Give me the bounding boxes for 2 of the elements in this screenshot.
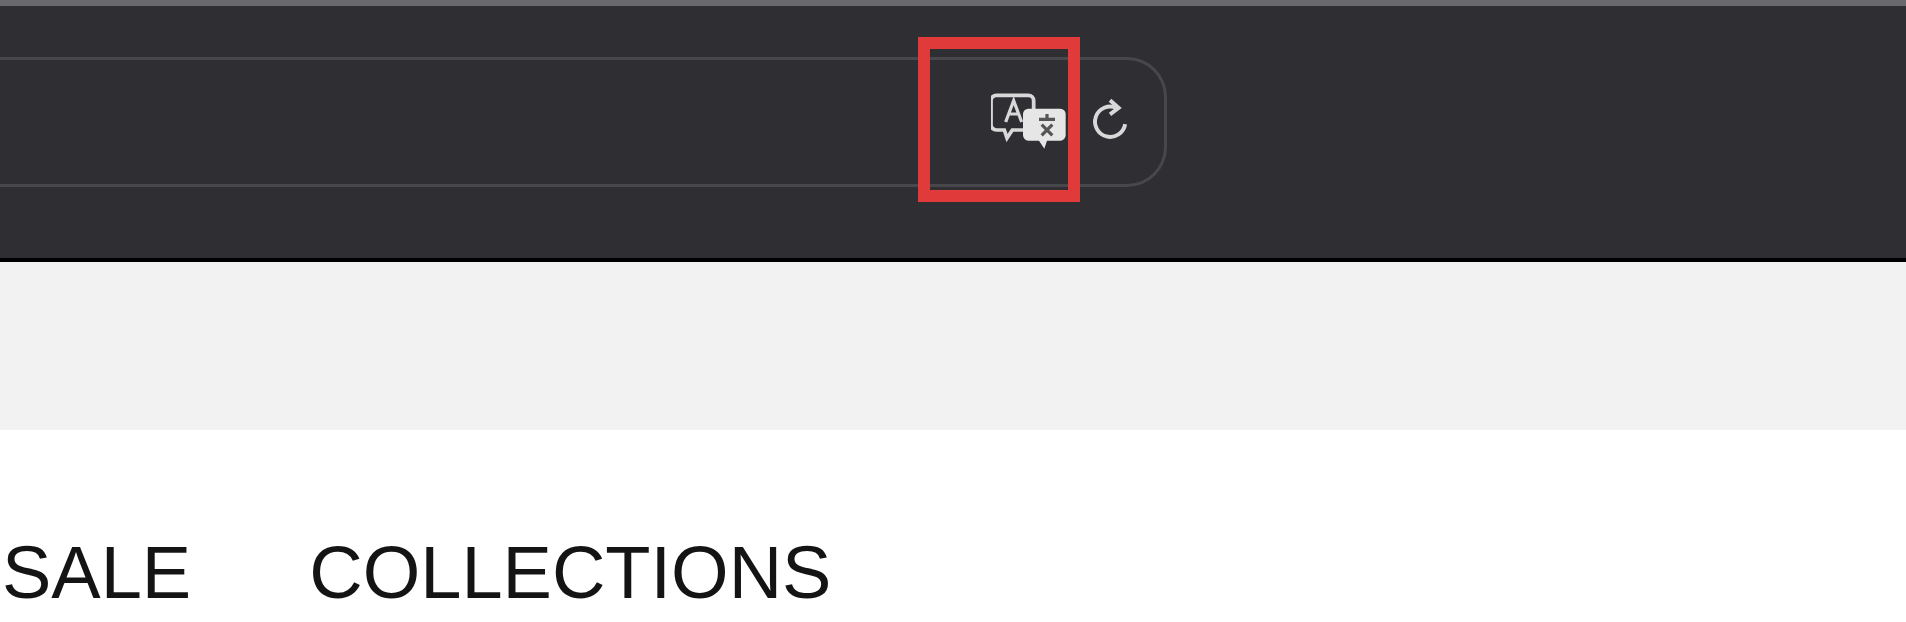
nav-link[interactable]: COLLECTIONS [309, 536, 832, 610]
nav-link[interactable]: SALE [2, 536, 192, 610]
